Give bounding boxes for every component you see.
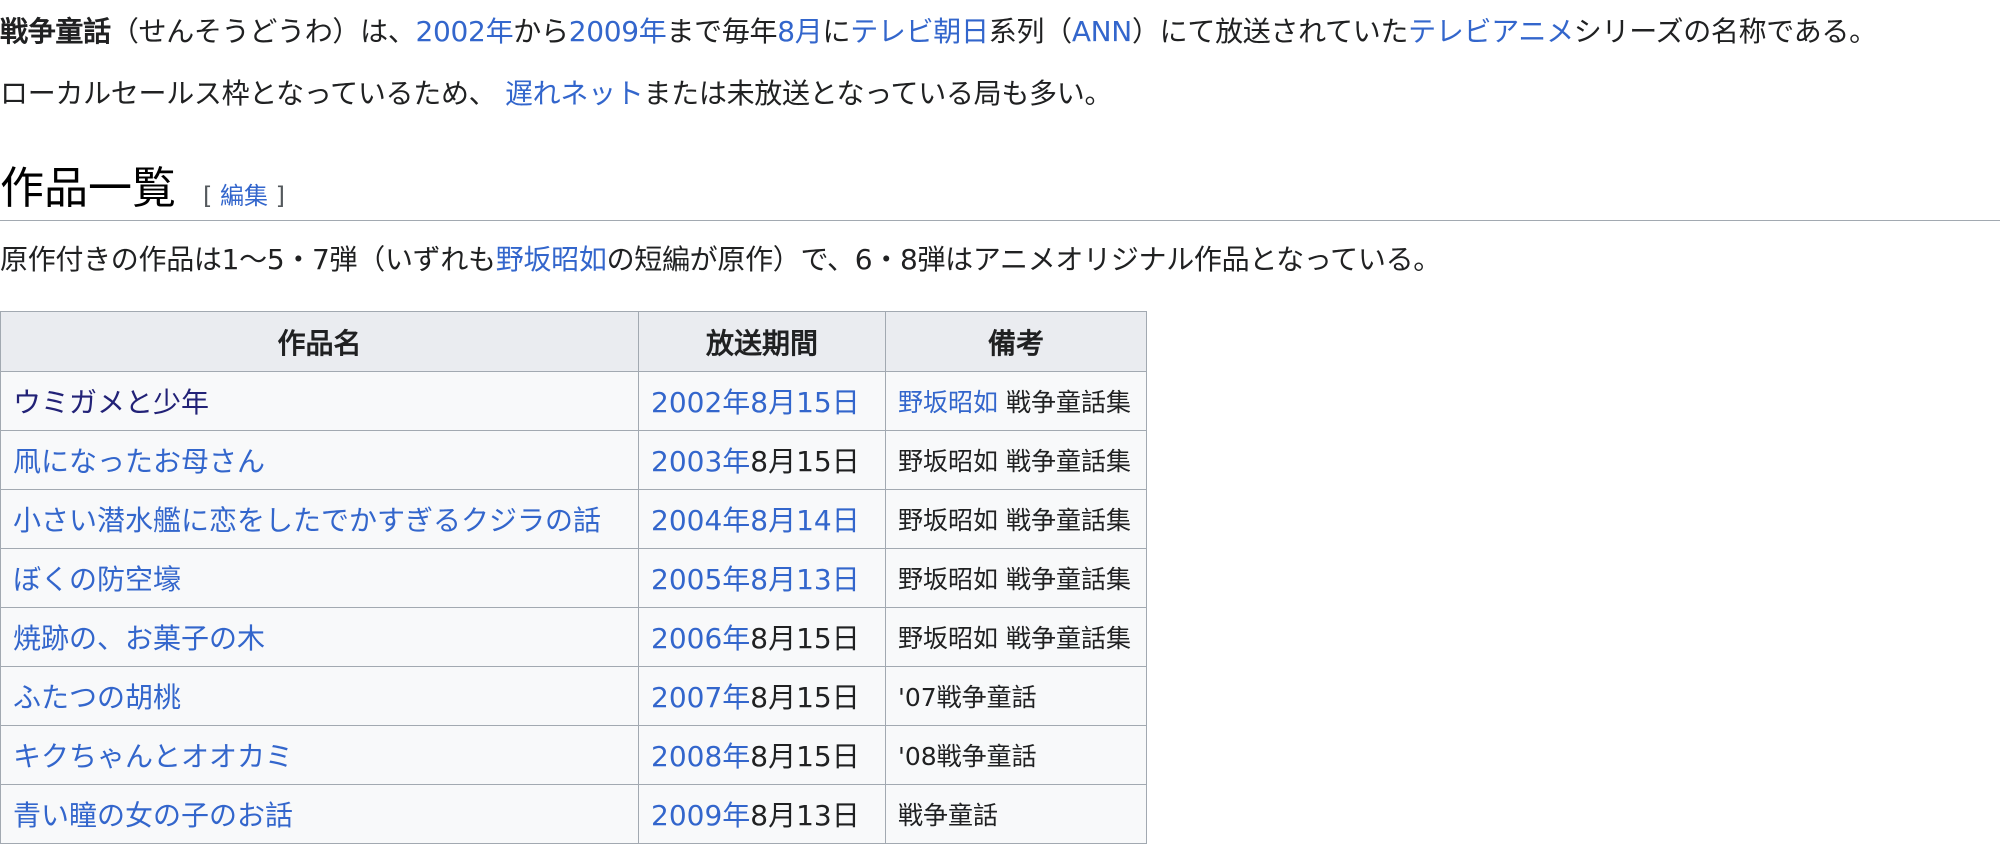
- cell-title: ぼくの防空壕: [0, 548, 639, 608]
- intro-link[interactable]: テレビ朝日: [850, 15, 989, 48]
- section-title: 作品一覧: [0, 163, 176, 214]
- work-title-link[interactable]: キクちゃんとオオカミ: [13, 740, 293, 773]
- header-notes: 備考: [885, 311, 1147, 372]
- intro-text: シリーズの名称である。: [1573, 15, 1877, 48]
- section-description: 原作付きの作品は1〜5・7弾（いずれも野坂昭如の短編が原作）で、6・8弾はアニメ…: [0, 240, 1441, 280]
- cell-notes: '07戦争童話: [885, 666, 1147, 726]
- date-link[interactable]: 2008年: [651, 740, 750, 773]
- work-title-link[interactable]: 焼跡の、お菓子の木: [13, 622, 265, 655]
- note-text: 野坂昭如 戦争童話集: [898, 447, 1131, 476]
- date-text: 8月15日: [750, 445, 860, 478]
- work-title-link[interactable]: ウミガメと少年: [13, 386, 209, 419]
- date-text: 8月15日: [750, 681, 860, 714]
- cell-broadcast-date: 2003年8月15日: [638, 430, 886, 490]
- intro-link[interactable]: テレビアニメ: [1408, 15, 1574, 48]
- date-link[interactable]: 2004年8月14日: [651, 504, 860, 537]
- table-row: ふたつの胡桃 2007年8月15日 '07戦争童話: [0, 666, 1147, 726]
- table-row: ウミガメと少年 2002年8月15日 野坂昭如 戦争童話集: [0, 371, 1147, 431]
- cell-title: 小さい潜水艦に恋をしたでかすぎるクジラの話: [0, 489, 639, 549]
- work-title-link[interactable]: 小さい潜水艦に恋をしたでかすぎるクジラの話: [13, 504, 601, 537]
- cell-notes: '08戦争童話: [885, 725, 1147, 785]
- intro-text: に: [822, 15, 851, 48]
- work-title-link[interactable]: ぼくの防空壕: [13, 563, 181, 596]
- date-link[interactable]: 2003年: [651, 445, 750, 478]
- cell-title: ふたつの胡桃: [0, 666, 639, 726]
- date-text: 8月15日: [750, 740, 860, 773]
- work-title-link[interactable]: 凧になったお母さん: [13, 445, 265, 478]
- note-link[interactable]: 野坂昭如: [898, 388, 998, 417]
- table-row: ぼくの防空壕 2005年8月13日 野坂昭如 戦争童話集: [0, 548, 1147, 608]
- edit-section: [ 編集 ]: [203, 180, 285, 212]
- edit-bracket-close: ]: [268, 182, 285, 210]
- table-row: 青い瞳の女の子のお話 2009年8月13日 戦争童話: [0, 784, 1147, 844]
- date-text: 8月15日: [750, 622, 860, 655]
- note-text: '08戦争童話: [898, 742, 1037, 771]
- works-table: 作品名 放送期間 備考 ウミガメと少年 2002年8月15日 野坂昭如 戦争童話集凧…: [0, 311, 1147, 844]
- intro-text: （せんそうどうわ）は、: [110, 15, 416, 48]
- table-row: 焼跡の、お菓子の木 2006年8月15日 野坂昭如 戦争童話集: [0, 607, 1147, 667]
- cell-notes: 野坂昭如 戦争童話集: [885, 489, 1147, 549]
- note-text: '07戦争童話: [898, 683, 1037, 712]
- intro-text: まで毎年: [666, 15, 778, 48]
- edit-link[interactable]: 編集: [220, 182, 268, 210]
- cell-title: 焼跡の、お菓子の木: [0, 607, 639, 667]
- intro-link[interactable]: 8月: [777, 15, 823, 48]
- edit-bracket-open: [: [203, 182, 220, 210]
- intro-paragraph-1: 戦争童話（せんそうどうわ）は、2002年から2009年まで毎年8月にテレビ朝日系…: [0, 12, 1877, 52]
- note-text: 戦争童話集: [998, 388, 1131, 417]
- date-link[interactable]: 2006年: [651, 622, 750, 655]
- note-text: 戦争童話: [898, 801, 999, 830]
- intro-bold-term: 戦争童話: [0, 15, 111, 48]
- date-link[interactable]: 2009年: [651, 799, 750, 832]
- cell-broadcast-date: 2005年8月13日: [638, 548, 886, 608]
- work-title-link[interactable]: 青い瞳の女の子のお話: [13, 799, 293, 832]
- work-title-link[interactable]: ふたつの胡桃: [13, 681, 181, 714]
- section-heading: 作品一覧 [ 編集 ]: [0, 160, 2000, 221]
- intro-link[interactable]: 遅れネット: [505, 77, 644, 110]
- intro-paragraph-2: ローカルセールス枠となっているため、 遅れネットまたは未放送となっている局も多い…: [0, 74, 1112, 114]
- cell-broadcast-date: 2002年8月15日: [638, 371, 886, 431]
- table-row: 凧になったお母さん 2003年8月15日 野坂昭如 戦争童話集: [0, 430, 1147, 490]
- intro-text: 系列（: [988, 15, 1072, 48]
- date-link[interactable]: 2005年8月13日: [651, 563, 860, 596]
- intro-text: ローカルセールス枠となっているため、: [0, 77, 505, 110]
- cell-title: 青い瞳の女の子のお話: [0, 784, 639, 844]
- cell-notes: 野坂昭如 戦争童話集: [885, 430, 1147, 490]
- intro-text: または未放送となっている局も多い。: [643, 77, 1113, 110]
- intro-text: ）にて放送されていた: [1131, 15, 1409, 48]
- header-title: 作品名: [0, 311, 639, 372]
- table-header-row: 作品名 放送期間 備考: [0, 311, 1147, 372]
- cell-notes: 野坂昭如 戦争童話集: [885, 371, 1147, 431]
- intro-link[interactable]: 2009年: [569, 15, 667, 48]
- date-link[interactable]: 2002年8月15日: [651, 386, 860, 419]
- table-row: 小さい潜水艦に恋をしたでかすぎるクジラの話 2004年8月14日 野坂昭如 戦争童話…: [0, 489, 1147, 549]
- note-text: 野坂昭如 戦争童話集: [898, 624, 1131, 653]
- intro-link[interactable]: 2002年: [416, 15, 514, 48]
- cell-broadcast-date: 2008年8月15日: [638, 725, 886, 785]
- desc-text: 原作付きの作品は1〜5・7弾（いずれも: [0, 243, 496, 276]
- cell-broadcast-date: 2007年8月15日: [638, 666, 886, 726]
- desc-text: の短編が原作）で、6・8弾はアニメオリジナル作品となっている。: [606, 243, 1442, 276]
- table-row: キクちゃんとオオカミ 2008年8月15日 '08戦争童話: [0, 725, 1147, 785]
- header-broadcast-period: 放送期間: [638, 311, 886, 372]
- date-link[interactable]: 2007年: [651, 681, 750, 714]
- intro-text: から: [513, 15, 569, 48]
- note-text: 野坂昭如 戦争童話集: [898, 506, 1131, 535]
- desc-link[interactable]: 野坂昭如: [496, 243, 607, 276]
- cell-notes: 野坂昭如 戦争童話集: [885, 607, 1147, 667]
- intro-link[interactable]: ANN: [1072, 15, 1132, 48]
- cell-broadcast-date: 2006年8月15日: [638, 607, 886, 667]
- cell-title: ウミガメと少年: [0, 371, 639, 431]
- note-text: 野坂昭如 戦争童話集: [898, 565, 1131, 594]
- date-text: 8月13日: [750, 799, 860, 832]
- cell-notes: 戦争童話: [885, 784, 1147, 844]
- cell-title: 凧になったお母さん: [0, 430, 639, 490]
- cell-title: キクちゃんとオオカミ: [0, 725, 639, 785]
- cell-broadcast-date: 2009年8月13日: [638, 784, 886, 844]
- cell-broadcast-date: 2004年8月14日: [638, 489, 886, 549]
- cell-notes: 野坂昭如 戦争童話集: [885, 548, 1147, 608]
